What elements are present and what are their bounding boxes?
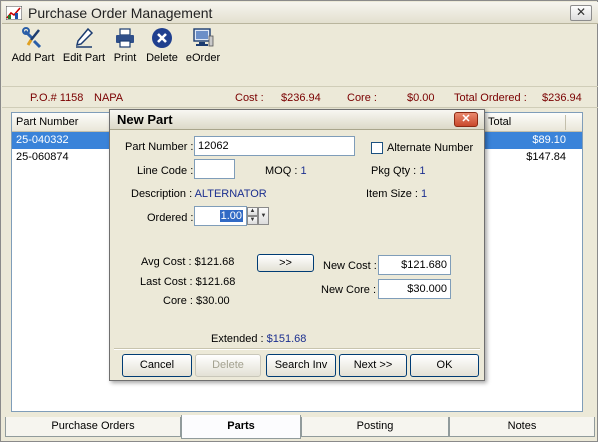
print-button[interactable]: Print <box>111 27 139 73</box>
printer-icon <box>116 28 134 48</box>
pkg-qty-label: Pkg Qty : 1 <box>371 165 425 177</box>
ordered-label: Ordered : <box>147 212 194 224</box>
extended-label: Extended : $151.68 <box>211 333 306 345</box>
line-code-input[interactable] <box>194 159 235 179</box>
po-vendor: NAPA <box>94 92 124 104</box>
row-part-number: 25-060874 <box>16 151 69 163</box>
new-cost-input[interactable]: $121.680 <box>378 255 451 275</box>
ordered-dropdown-button[interactable]: ▼ <box>258 207 269 225</box>
line-code-label: Line Code : <box>137 165 194 177</box>
dialog-title: New Part <box>117 112 173 127</box>
description-label-text: Description : <box>131 188 193 200</box>
tab-notes[interactable]: Notes <box>449 417 595 437</box>
extended-value: $151.68 <box>266 333 307 345</box>
column-header-part-number[interactable]: Part Number <box>16 116 78 128</box>
moq-label: MOQ : 1 <box>265 165 307 177</box>
pkg-qty-value: 1 <box>419 165 426 177</box>
add-part-label: Add Part <box>11 52 55 64</box>
ordered-input[interactable]: 1.00 <box>194 206 247 226</box>
row-part-number: 25-040332 <box>16 134 69 146</box>
dialog-separator-highlight <box>114 349 480 350</box>
toolbar: Add Part Edit Part Print Delete eOrder <box>2 25 598 75</box>
po-cost-value: $236.94 <box>281 92 321 104</box>
ordered-value: 1.00 <box>219 210 243 222</box>
ordered-spin-up[interactable]: ▲ <box>247 207 258 216</box>
edit-part-label: Edit Part <box>62 52 106 64</box>
po-core-label: Core : <box>347 92 377 104</box>
po-total-value: $236.94 <box>542 92 582 104</box>
copy-cost-button[interactable]: >> <box>257 254 314 272</box>
last-cost-label: Last Cost : $121.68 <box>140 276 235 288</box>
print-label: Print <box>113 52 137 64</box>
core-label-text: Core : <box>163 295 193 307</box>
po-number: P.O.# 1158 <box>30 92 84 104</box>
last-cost-value: $121.68 <box>195 276 236 288</box>
dialog-close-button[interactable]: ✕ <box>454 112 478 127</box>
row-total: $89.10 <box>532 134 566 146</box>
add-part-button[interactable]: Add Part <box>11 27 55 73</box>
ordered-spin-down[interactable]: ▼ <box>247 216 258 225</box>
delete-part-button[interactable]: Delete <box>195 354 261 377</box>
new-cost-label: New Cost : <box>323 260 377 272</box>
row-total: $147.84 <box>526 151 566 163</box>
pencil-icon <box>75 27 94 48</box>
tab-posting[interactable]: Posting <box>301 417 449 437</box>
delete-x-icon <box>152 28 172 48</box>
column-header-total[interactable]: Total <box>488 116 511 128</box>
window-title: Purchase Order Management <box>28 5 213 21</box>
app-chart-icon <box>6 6 22 20</box>
item-size-label-text: Item Size : <box>366 188 418 200</box>
tab-parts[interactable]: Parts <box>181 415 301 439</box>
edit-part-button[interactable]: Edit Part <box>62 27 106 73</box>
delete-button[interactable]: Delete <box>145 27 179 73</box>
computer-icon <box>193 28 214 47</box>
alternate-number-label: Alternate Number <box>387 142 474 154</box>
moq-value: 1 <box>300 165 307 177</box>
part-number-label: Part Number : <box>125 141 194 153</box>
new-core-label: New Core : <box>321 284 377 296</box>
tab-bar: Purchase Orders Parts Posting Notes <box>5 415 595 441</box>
column-divider <box>565 115 566 130</box>
po-summary-bar: P.O.# 1158 NAPA Cost : $236.94 Core : $0… <box>2 86 598 108</box>
pkg-qty-label-text: Pkg Qty : <box>371 165 417 177</box>
eorder-button[interactable]: eOrder <box>185 27 221 73</box>
item-size-value: 1 <box>421 188 428 200</box>
new-part-dialog: New Part ✕ Part Number : 12062 Alternate… <box>109 109 485 381</box>
avg-cost-label: Avg Cost : $121.68 <box>141 256 234 268</box>
window-close-button[interactable]: ✕ <box>570 5 592 21</box>
next-button[interactable]: Next >> <box>339 354 407 377</box>
avg-cost-value: $121.68 <box>194 256 235 268</box>
po-core-value: $0.00 <box>407 92 435 104</box>
core-value: $30.00 <box>196 295 230 307</box>
title-bar: Purchase Order Management ✕ <box>2 2 598 24</box>
po-total-label: Total Ordered : <box>454 92 527 104</box>
main-window: Purchase Order Management ✕ Add Part Edi… <box>0 0 598 442</box>
delete-label: Delete <box>146 52 178 64</box>
extended-label-text: Extended : <box>211 333 264 345</box>
moq-label-text: MOQ : <box>265 165 298 177</box>
alternate-number-checkbox[interactable] <box>371 142 383 154</box>
search-inventory-button[interactable]: Search Inv <box>266 354 336 377</box>
dialog-title-bar: New Part ✕ <box>110 110 484 130</box>
description-label: Description : ALTERNATOR <box>131 188 267 200</box>
ok-button[interactable]: OK <box>410 354 479 377</box>
wrench-screwdriver-icon <box>22 27 42 49</box>
tab-purchase-orders[interactable]: Purchase Orders <box>5 417 181 437</box>
po-cost-label: Cost : <box>235 92 264 104</box>
avg-cost-label-text: Avg Cost : <box>141 256 192 268</box>
item-size-label: Item Size : 1 <box>366 188 427 200</box>
core-label: Core : $30.00 <box>163 295 230 307</box>
part-number-input[interactable]: 12062 <box>194 136 355 156</box>
last-cost-label-text: Last Cost : <box>140 276 193 288</box>
description-value: ALTERNATOR <box>194 188 267 200</box>
eorder-label: eOrder <box>185 52 221 64</box>
cancel-button[interactable]: Cancel <box>122 354 192 377</box>
new-core-input[interactable]: $30.000 <box>378 279 451 299</box>
